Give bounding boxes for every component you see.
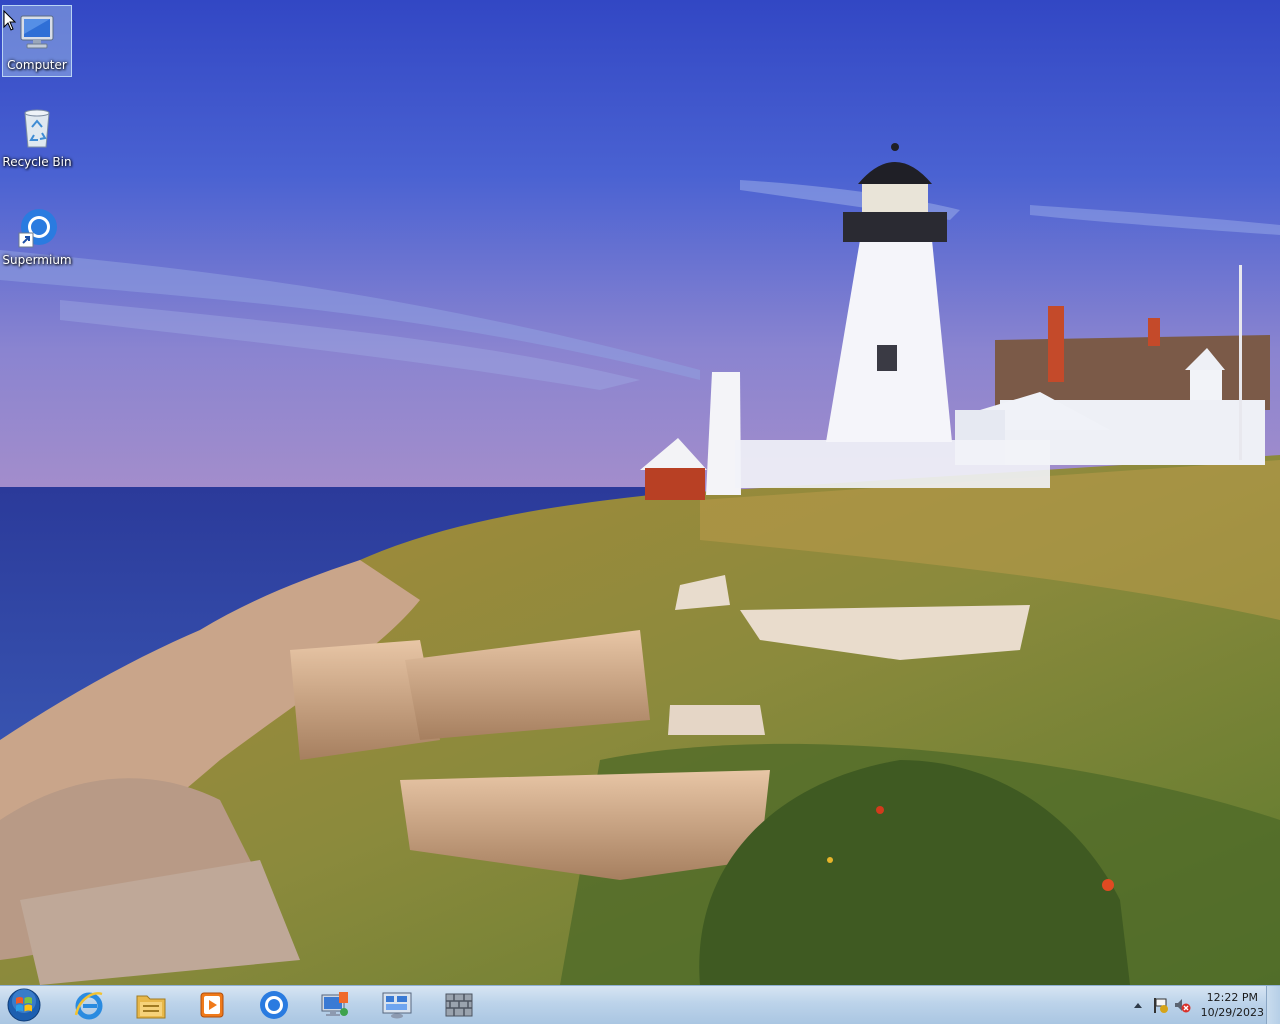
taskbar-app-supermium[interactable] — [247, 987, 301, 1023]
internet-explorer-icon — [74, 992, 103, 1020]
windows-start-orb-icon — [7, 988, 41, 1022]
clock-date: 10/29/2023 — [1200, 1006, 1264, 1019]
supermium-browser-icon — [260, 991, 288, 1019]
action-center-flag-icon[interactable] — [1151, 996, 1169, 1014]
show-desktop-button[interactable] — [1266, 986, 1280, 1024]
desktop-icon-recycle-bin[interactable]: Recycle Bin — [2, 103, 72, 175]
system-tray: 12:22 PM 10/29/2023 — [1127, 986, 1264, 1024]
taskbar-app-remote-desktop[interactable] — [308, 987, 362, 1023]
network-icon — [382, 992, 412, 1019]
desktop-icon-label: Computer — [7, 58, 67, 72]
firewall-icon — [445, 993, 473, 1017]
clock-time: 12:22 PM — [1206, 991, 1258, 1004]
desktop-icon-label: Supermium — [2, 253, 72, 267]
volume-muted-icon[interactable] — [1173, 996, 1191, 1014]
desktop-icon-label: Recycle Bin — [2, 155, 72, 169]
mouse-cursor-icon — [3, 10, 17, 31]
supermium-browser-icon — [15, 205, 59, 249]
taskbar-app-network[interactable] — [370, 987, 424, 1023]
taskbar-app-windows-explorer[interactable] — [124, 987, 178, 1023]
desktop-wallpaper — [0, 0, 1280, 985]
taskbar: 12:22 PM 10/29/2023 — [0, 985, 1280, 1024]
taskbar-app-internet-explorer[interactable] — [62, 987, 116, 1023]
show-hidden-icons-arrow[interactable] — [1129, 996, 1147, 1014]
recycle-bin-icon — [15, 107, 59, 151]
desktop-icon-supermium[interactable]: Supermium — [2, 201, 72, 273]
file-explorer-icon — [136, 995, 166, 1019]
taskbar-app-firewall[interactable] — [432, 987, 486, 1023]
taskbar-clock[interactable]: 12:22 PM 10/29/2023 — [1201, 990, 1264, 1020]
remote-desktop-icon — [321, 992, 348, 1016]
computer-icon — [15, 10, 59, 54]
taskbar-app-media-player[interactable] — [185, 987, 239, 1023]
media-player-icon — [200, 992, 224, 1018]
start-button[interactable] — [6, 988, 42, 1022]
